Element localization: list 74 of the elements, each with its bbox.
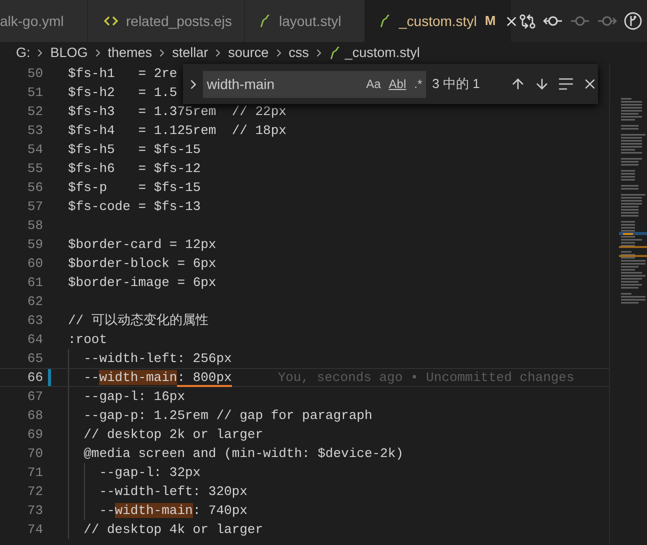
code-text: $fs-h6 = $fs-12 bbox=[68, 160, 201, 178]
line-number: 68 bbox=[26, 407, 43, 425]
breadcrumb-item[interactable]: source bbox=[228, 42, 269, 64]
code-text: :root bbox=[68, 331, 108, 349]
editor-tab[interactable]: layout.styl bbox=[245, 0, 365, 42]
line-number: 60 bbox=[26, 255, 43, 273]
code-text: $fs-h4 = 1.125rem // 18px bbox=[68, 122, 286, 140]
line-number: 70 bbox=[26, 445, 43, 463]
line-number: 59 bbox=[26, 236, 43, 254]
code-text: $fs-h1 = 2re bbox=[68, 65, 178, 83]
breadcrumb-item[interactable]: G: bbox=[16, 42, 30, 64]
line-number: 64 bbox=[26, 331, 43, 349]
breadcrumb-item[interactable]: BLOG bbox=[50, 42, 88, 64]
line-number: 56 bbox=[26, 179, 43, 197]
line-number: 54 bbox=[26, 141, 43, 159]
editor-tab[interactable]: related_posts.ejs bbox=[88, 0, 245, 42]
line-number: 53 bbox=[26, 122, 43, 140]
search-option-toggle[interactable]: .* bbox=[414, 75, 422, 93]
line-number: 73 bbox=[26, 502, 43, 520]
breadcrumb-item[interactable]: themes bbox=[108, 42, 152, 64]
code-text: // desktop 4k or larger bbox=[84, 521, 264, 539]
line-number: 71 bbox=[26, 464, 43, 482]
code-text: $fs-code = $fs-13 bbox=[68, 198, 201, 216]
line-number: 50 bbox=[26, 65, 43, 83]
line-number: 67 bbox=[26, 388, 43, 406]
code-text: @media screen and (min-width: $device-2k) bbox=[84, 445, 404, 463]
stylus-file-icon bbox=[328, 46, 341, 60]
search-option-toggle[interactable]: Aa bbox=[366, 75, 381, 93]
blame-annotation: You, seconds ago • Uncommitted changes bbox=[278, 369, 574, 387]
code-text: $border-block = 6px bbox=[68, 255, 216, 273]
code-text: $fs-h3 = 1.375rem // 22px bbox=[68, 103, 286, 121]
breadcrumb-item[interactable]: css bbox=[288, 42, 309, 64]
line-number: 52 bbox=[26, 103, 43, 121]
code-text: --width-main: 740px bbox=[99, 502, 248, 520]
code-text: --width-left: 256px bbox=[84, 350, 232, 368]
find-input-field[interactable]: width-main Aa Abl .* bbox=[202, 70, 426, 98]
line-number: 55 bbox=[26, 160, 43, 178]
stylus-file-icon bbox=[379, 14, 391, 28]
previous-match-icon[interactable] bbox=[510, 76, 526, 92]
line-number: 51 bbox=[26, 84, 43, 102]
line-number: 61 bbox=[26, 274, 43, 292]
code-text: --gap-l: 32px bbox=[99, 464, 201, 482]
previous-commit-icon[interactable] bbox=[543, 14, 563, 28]
line-number: 69 bbox=[26, 426, 43, 444]
code-text: // 可以动态变化的属性 bbox=[68, 312, 208, 330]
line-number: 62 bbox=[26, 293, 43, 311]
line-number: 63 bbox=[26, 312, 43, 330]
code-text: $fs-h5 = $fs-15 bbox=[68, 141, 201, 159]
stylus-file-icon bbox=[259, 14, 271, 28]
editor-tab[interactable]: alk-go.yml bbox=[0, 0, 88, 42]
code-text: // desktop 2k or larger bbox=[84, 426, 264, 444]
git-graph-icon[interactable] bbox=[624, 12, 642, 30]
match-count: 3 中的 1 bbox=[432, 75, 481, 94]
line-number: 74 bbox=[26, 521, 43, 539]
code-text: $fs-p = $fs-15 bbox=[68, 179, 201, 197]
code-text: $border-card = 12px bbox=[68, 236, 216, 254]
line-number: 72 bbox=[26, 483, 43, 501]
line-number: 57 bbox=[26, 198, 43, 216]
breadcrumb-item[interactable]: _custom.styl bbox=[344, 42, 420, 64]
modified-label: M bbox=[484, 12, 496, 30]
code-text: $border-image = 6px bbox=[68, 274, 216, 292]
line-number: 65 bbox=[26, 350, 43, 368]
breadcrumb-item[interactable]: stellar bbox=[172, 42, 208, 64]
code-text: --width-left: 320px bbox=[99, 483, 248, 501]
code-text: --gap-p: 1.25rem // gap for paragraph bbox=[84, 407, 372, 425]
search-option-toggle[interactable]: Abl bbox=[388, 75, 406, 93]
code-text: $fs-h2 = 1.5 bbox=[68, 84, 178, 102]
code-icon bbox=[104, 16, 118, 26]
line-number: 66 bbox=[26, 369, 43, 387]
line-number: 58 bbox=[26, 217, 43, 235]
find-in-selection-icon[interactable] bbox=[558, 78, 574, 90]
code-text: --gap-l: 16px bbox=[84, 388, 186, 406]
compare-changes-icon[interactable] bbox=[519, 12, 536, 30]
code-text: --width-main: 800px bbox=[84, 369, 232, 387]
